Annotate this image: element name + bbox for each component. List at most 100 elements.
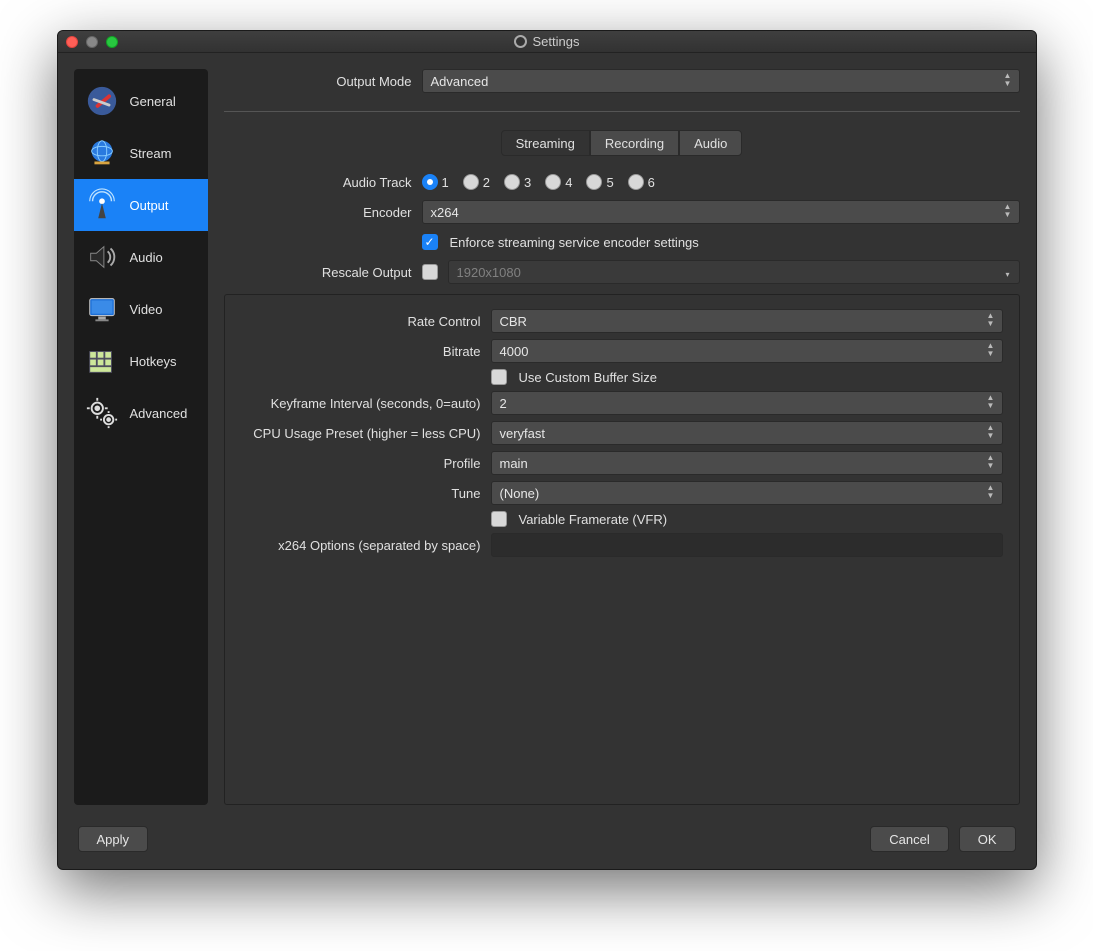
profile-label: Profile [241, 456, 483, 471]
sidebar-item-label: Hotkeys [130, 354, 177, 369]
rate-control-select[interactable]: CBR ▲▼ [491, 309, 1003, 333]
minimize-window-button[interactable] [86, 36, 98, 48]
audio-track-6-label: 6 [648, 175, 655, 190]
select-stepper-icon: ▲▼ [1001, 72, 1015, 90]
number-stepper-icon[interactable]: ▲▼ [984, 394, 998, 412]
audio-track-3-label: 3 [524, 175, 531, 190]
window-title-text: Settings [533, 34, 580, 49]
tab-audio[interactable]: Audio [679, 130, 742, 156]
audio-track-5-radio[interactable] [586, 174, 602, 190]
vfr-label: Variable Framerate (VFR) [519, 512, 668, 527]
sidebar-item-label: General [130, 94, 176, 109]
monitor-icon [84, 291, 120, 327]
cancel-button[interactable]: Cancel [870, 826, 948, 852]
section-divider [224, 111, 1020, 112]
titlebar: Settings [58, 31, 1036, 53]
audio-track-4-radio[interactable] [545, 174, 561, 190]
apply-button[interactable]: Apply [78, 826, 149, 852]
select-stepper-icon: ▲▼ [984, 484, 998, 502]
sidebar-item-advanced[interactable]: Advanced [74, 387, 208, 439]
encoder-label: Encoder [224, 205, 414, 220]
output-mode-select[interactable]: Advanced ▲▼ [422, 69, 1020, 93]
encoder-select[interactable]: x264 ▲▼ [422, 200, 1020, 224]
bitrate-label: Bitrate [241, 344, 483, 359]
cpu-preset-select[interactable]: veryfast ▲▼ [491, 421, 1003, 445]
audio-track-3-radio[interactable] [504, 174, 520, 190]
sidebar-item-hotkeys[interactable]: Hotkeys [74, 335, 208, 387]
tab-recording[interactable]: Recording [590, 130, 679, 156]
obs-icon [514, 35, 527, 48]
audio-track-label: Audio Track [224, 175, 414, 190]
tune-select[interactable]: (None) ▲▼ [491, 481, 1003, 505]
sidebar-item-label: Advanced [130, 406, 188, 421]
keyframe-interval-value: 2 [500, 396, 507, 411]
audio-track-1-label: 1 [442, 175, 449, 190]
vfr-checkbox[interactable] [491, 511, 507, 527]
custom-buffer-checkbox[interactable] [491, 369, 507, 385]
audio-track-1-radio[interactable] [422, 174, 438, 190]
encoder-settings-panel: Rate Control CBR ▲▼ Bitrate 4000 ▲▼ [224, 294, 1020, 805]
audio-track-2-radio[interactable] [463, 174, 479, 190]
select-stepper-icon: ▲▼ [984, 424, 998, 442]
rescale-output-select[interactable]: 1920x1080 ▾ [448, 260, 1020, 284]
sidebar-item-stream[interactable]: Stream [74, 127, 208, 179]
sidebar-item-audio[interactable]: Audio [74, 231, 208, 283]
keyboard-icon [84, 343, 120, 379]
output-mode-label: Output Mode [224, 74, 414, 89]
rescale-output-value: 1920x1080 [457, 265, 521, 280]
window-controls [66, 36, 118, 48]
rate-control-value: CBR [500, 314, 527, 329]
dialog-footer: Apply Cancel OK [58, 821, 1036, 869]
audio-track-4-label: 4 [565, 175, 572, 190]
output-mode-value: Advanced [431, 74, 489, 89]
custom-buffer-label: Use Custom Buffer Size [519, 370, 657, 385]
profile-value: main [500, 456, 528, 471]
close-window-button[interactable] [66, 36, 78, 48]
profile-select[interactable]: main ▲▼ [491, 451, 1003, 475]
keyframe-interval-label: Keyframe Interval (seconds, 0=auto) [241, 396, 483, 411]
sidebar-item-general[interactable]: General [74, 75, 208, 127]
sidebar-item-video[interactable]: Video [74, 283, 208, 335]
rescale-output-label: Rescale Output [224, 265, 414, 280]
audio-track-6-radio[interactable] [628, 174, 644, 190]
bitrate-value: 4000 [500, 344, 529, 359]
zoom-window-button[interactable] [106, 36, 118, 48]
sidebar-item-label: Stream [130, 146, 172, 161]
tune-value: (None) [500, 486, 540, 501]
number-stepper-icon[interactable]: ▲▼ [984, 342, 998, 360]
enforce-encoder-label: Enforce streaming service encoder settin… [450, 235, 699, 250]
sidebar-item-label: Video [130, 302, 163, 317]
sidebar-item-label: Audio [130, 250, 163, 265]
cpu-preset-label: CPU Usage Preset (higher = less CPU) [241, 426, 483, 441]
cpu-preset-value: veryfast [500, 426, 546, 441]
tab-streaming[interactable]: Streaming [501, 130, 590, 156]
output-tabs: Streaming Recording Audio [224, 130, 1020, 156]
ok-button[interactable]: OK [959, 826, 1016, 852]
settings-window: Settings General Stream Output [57, 30, 1037, 870]
audio-track-5-label: 5 [606, 175, 613, 190]
dropdown-caret-icon: ▾ [1001, 263, 1015, 281]
sidebar-item-label: Output [130, 198, 169, 213]
bitrate-input[interactable]: 4000 ▲▼ [491, 339, 1003, 363]
x264-options-label: x264 Options (separated by space) [241, 538, 483, 553]
x264-options-input[interactable] [491, 533, 1003, 557]
antenna-icon [84, 187, 120, 223]
wrench-icon [84, 83, 120, 119]
sidebar-item-output[interactable]: Output [74, 179, 208, 231]
encoder-value: x264 [431, 205, 459, 220]
tune-label: Tune [241, 486, 483, 501]
audio-track-2-label: 2 [483, 175, 490, 190]
enforce-encoder-checkbox[interactable] [422, 234, 438, 250]
keyframe-interval-input[interactable]: 2 ▲▼ [491, 391, 1003, 415]
select-stepper-icon: ▲▼ [1001, 203, 1015, 221]
window-title: Settings [58, 34, 1036, 49]
select-stepper-icon: ▲▼ [984, 312, 998, 330]
globe-icon [84, 135, 120, 171]
speaker-icon [84, 239, 120, 275]
main-panel: Output Mode Advanced ▲▼ Streaming Record… [224, 69, 1020, 805]
select-stepper-icon: ▲▼ [984, 454, 998, 472]
gears-icon [84, 395, 120, 431]
rate-control-label: Rate Control [241, 314, 483, 329]
settings-sidebar: General Stream Output Audio [74, 69, 208, 805]
rescale-output-checkbox[interactable] [422, 264, 438, 280]
